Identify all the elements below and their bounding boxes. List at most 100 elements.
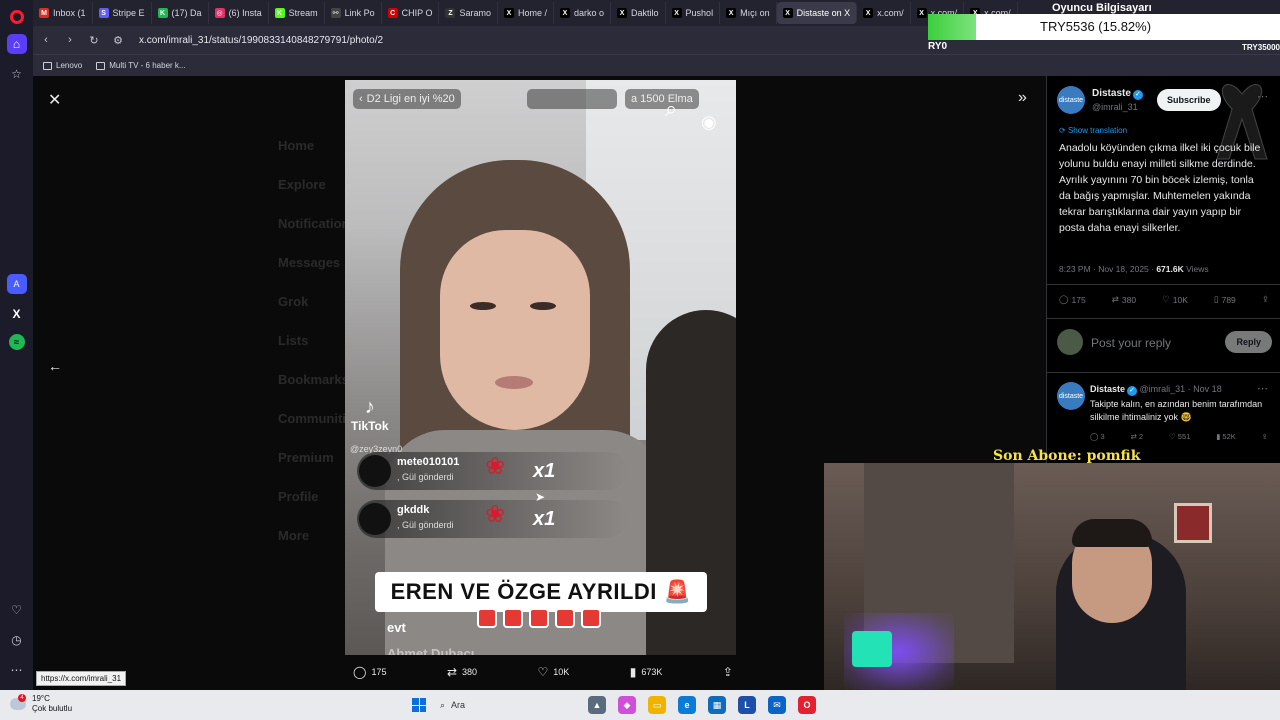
rose-icon: ❀ bbox=[485, 453, 506, 480]
taskbar-search[interactable]: ⌕ Ara bbox=[440, 695, 580, 715]
more-icon[interactable]: ⋯ bbox=[7, 660, 27, 680]
reply-action[interactable]: ◯ 175 bbox=[1059, 294, 1086, 305]
reply-count: 175 bbox=[1071, 294, 1086, 305]
browser-tab[interactable]: K Stream bbox=[269, 2, 325, 24]
taskbar-app-icon[interactable]: ▦ bbox=[708, 696, 726, 714]
bookmark-icon: ▯ bbox=[1213, 294, 1219, 304]
like-count: 10K bbox=[553, 667, 570, 677]
folder-icon bbox=[43, 61, 52, 70]
browser-tab[interactable]: C CHIP O bbox=[382, 2, 440, 24]
weather-widget[interactable]: 4 19°C Çok bulutlu bbox=[10, 694, 72, 714]
taskbar-app-icon[interactable]: ◆ bbox=[618, 696, 636, 714]
video-action-bar: ◯ 175 ⇄ 380 ♡ 10K ▮ 673K ⇪ bbox=[353, 660, 733, 684]
browser-tab[interactable]: X Pushol bbox=[666, 2, 721, 24]
views-action[interactable]: ▮ 673K bbox=[630, 665, 663, 679]
close-icon[interactable]: ✕ bbox=[48, 90, 61, 110]
taskbar-app-icon[interactable]: O bbox=[798, 696, 816, 714]
previous-arrow-icon[interactable]: ← bbox=[48, 358, 62, 374]
tab-favicon-icon: X bbox=[782, 8, 793, 18]
browser-tab[interactable]: X Home / bbox=[498, 2, 554, 24]
like-action[interactable]: ♡ 10K bbox=[538, 665, 570, 679]
like-action[interactable]: ♡ 551 bbox=[1169, 432, 1190, 441]
tab-favicon-icon: X bbox=[916, 8, 927, 18]
repost-action[interactable]: ⇄ 380 bbox=[447, 665, 477, 679]
siren-icon bbox=[555, 608, 575, 628]
reply-button[interactable]: Reply bbox=[1225, 331, 1272, 353]
verified-icon: ✓ bbox=[1132, 90, 1143, 100]
divider bbox=[1047, 318, 1280, 319]
tweet-header: distaste Distaste ✓ @imrali_31 Subscribe … bbox=[1057, 84, 1273, 160]
collapse-panel-icon[interactable]: » bbox=[1018, 89, 1027, 107]
bookmark-multitv[interactable]: Multi TV - 6 haber k... bbox=[96, 61, 186, 70]
page-icon bbox=[96, 61, 106, 70]
windows-start-icon[interactable] bbox=[412, 698, 426, 712]
repost-icon: ⇄ bbox=[446, 665, 458, 679]
webcam-hair bbox=[1072, 519, 1152, 547]
heart-icon[interactable]: ♡ bbox=[7, 600, 27, 620]
browser-tab[interactable]: K (17) Da bbox=[152, 2, 209, 24]
tiktok-label: TikTok bbox=[351, 419, 389, 433]
views-action[interactable]: ▮ 52K bbox=[1216, 432, 1236, 441]
browser-tab[interactable]: ⚯ Link Po bbox=[325, 2, 382, 24]
browser-tab[interactable]: S Stripe E bbox=[93, 2, 152, 24]
reply-author[interactable]: Distaste bbox=[1090, 384, 1125, 394]
tab-label: Mıçı on bbox=[740, 8, 770, 18]
opera-logo-icon[interactable] bbox=[9, 10, 24, 24]
browser-tab[interactable]: ◎ (6) Insta bbox=[209, 2, 269, 24]
browser-tab[interactable]: X Distaste on X bbox=[776, 2, 858, 24]
bookmark-action[interactable]: ▯ 789 bbox=[1214, 294, 1236, 305]
back-icon[interactable]: ‹ bbox=[39, 34, 53, 46]
search-label: Ara bbox=[451, 700, 466, 710]
share-icon: ⇪ bbox=[1261, 432, 1268, 441]
aria-icon[interactable]: A bbox=[6, 274, 27, 294]
bookmark-lenovo[interactable]: Lenovo bbox=[43, 61, 82, 70]
status-url-tooltip: https://x.com/imrali_31 bbox=[36, 671, 127, 686]
browser-tab[interactable]: X Mıçı on bbox=[720, 2, 777, 24]
repost-action[interactable]: ⇄ 2 bbox=[1131, 432, 1144, 441]
bookmarks-bar: Lenovo Multi TV - 6 haber k... bbox=[33, 54, 1280, 76]
donation-goal-widget: TRY5536 (15.82%) RY0 TRY35000 bbox=[928, 14, 1280, 56]
reply-action[interactable]: ◯ 3 bbox=[1090, 432, 1105, 441]
browser-tab[interactable]: Xdarko o bbox=[554, 2, 612, 24]
spotify-icon[interactable]: ≈ bbox=[8, 334, 25, 350]
browser-tab[interactable]: X Daktilo bbox=[611, 2, 666, 24]
siren-row bbox=[477, 608, 601, 628]
browser-tab[interactable]: Z Saramo bbox=[439, 2, 498, 24]
x-app-icon[interactable]: X bbox=[7, 304, 27, 324]
author-name[interactable]: Distaste ✓ bbox=[1092, 88, 1143, 100]
repost-action[interactable]: ⇄ 380 bbox=[1112, 294, 1136, 305]
history-icon[interactable]: ◷ bbox=[7, 630, 27, 650]
show-translation-link[interactable]: ⟳ Show translation bbox=[1059, 126, 1127, 135]
like-action[interactable]: ♡ 10K bbox=[1162, 294, 1188, 305]
tweet-time[interactable]: 8:23 PM · Nov 18, 2025 · bbox=[1059, 264, 1156, 274]
view-count: 52K bbox=[1222, 432, 1236, 441]
star-icon[interactable]: ☆ bbox=[7, 64, 27, 84]
reload-icon[interactable]: ↻ bbox=[87, 34, 101, 47]
reply-input[interactable]: Post your reply bbox=[1091, 336, 1171, 350]
home-icon[interactable]: ⌂ bbox=[6, 34, 27, 54]
repost-icon: ⇄ bbox=[1111, 294, 1119, 304]
taskbar-app-icon[interactable]: ✉ bbox=[768, 696, 786, 714]
site-info-icon[interactable]: ⚙ bbox=[111, 34, 125, 47]
share-action[interactable]: ⇪ bbox=[723, 665, 733, 679]
taskbar-app-icon[interactable]: ▲ bbox=[588, 696, 606, 714]
taskbar-app-icon[interactable]: e bbox=[678, 696, 696, 714]
repost-count: 380 bbox=[1121, 294, 1137, 305]
video-player[interactable]: ‹ D2 Ligi en iyi %20 a 1500 Elma ⌕ ◉ ♪ Ti… bbox=[345, 80, 736, 655]
forward-icon[interactable]: › bbox=[63, 34, 77, 46]
browser-tab[interactable]: M Inbox (1 bbox=[33, 2, 93, 24]
tab-favicon-icon: ⚯ bbox=[330, 8, 341, 18]
url-field[interactable]: x.com/imrali_31/status/19908331408482797… bbox=[139, 35, 383, 46]
more-options-icon[interactable]: ⋯ bbox=[1257, 382, 1268, 395]
browser-tab[interactable]: Xx.com/ bbox=[857, 2, 911, 24]
reply-action[interactable]: ◯ 175 bbox=[353, 665, 386, 679]
taskbar-app-icon[interactable]: L bbox=[738, 696, 756, 714]
taskbar-app-icon[interactable]: ▭ bbox=[648, 696, 666, 714]
more-options-icon[interactable]: ⋯ bbox=[1257, 90, 1268, 103]
author-handle[interactable]: @imrali_31 bbox=[1092, 102, 1138, 112]
comment-icon: ◯ bbox=[1059, 294, 1069, 304]
share-action[interactable]: ⇪ bbox=[1262, 432, 1268, 441]
avatar[interactable]: distaste bbox=[1057, 86, 1085, 114]
avatar[interactable]: distaste bbox=[1057, 382, 1085, 410]
share-action[interactable]: ⇪ bbox=[1262, 294, 1269, 305]
